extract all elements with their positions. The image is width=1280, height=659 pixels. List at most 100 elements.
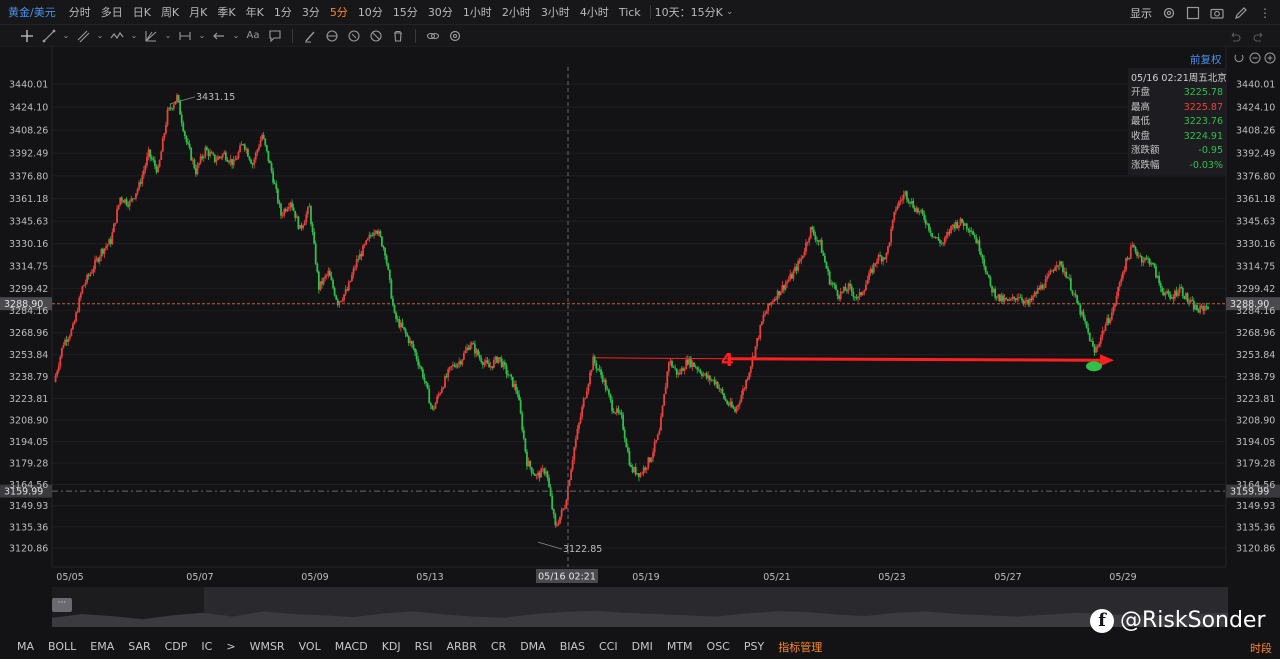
redo-icon[interactable] (1250, 28, 1268, 46)
period-tab[interactable]: 周K (156, 4, 184, 20)
measure-tool-icon[interactable] (176, 27, 194, 45)
candle-body (469, 344, 472, 350)
candle-body (338, 301, 341, 305)
chevron-down-icon[interactable]: ⌄ (232, 27, 240, 45)
more-vertical-icon[interactable]: ⋮ (1258, 6, 1272, 20)
y-tick-label: 3223.81 (1236, 394, 1275, 405)
chevron-down-icon[interactable]: ⌄ (62, 27, 70, 45)
candle-body (265, 145, 268, 151)
period-tab[interactable]: 1小时 (458, 4, 497, 20)
layout-checkbox-icon[interactable] (1186, 6, 1200, 20)
max-leader-line (169, 96, 196, 105)
candle-body (672, 366, 675, 368)
text-tool-icon[interactable]: Aa (244, 27, 262, 45)
chevron-down-icon[interactable]: ⌄ (164, 27, 172, 45)
period-tab[interactable]: 4小时 (575, 4, 614, 20)
zoom-out-icon[interactable] (1249, 52, 1261, 64)
hide-drawing-icon[interactable] (367, 27, 385, 45)
chevron-down-icon[interactable]: ⌄ (130, 27, 138, 45)
y-axis-right: 3440.01 3424.10 3408.26 3392.49 3376.80 3361.… (1236, 80, 1275, 555)
brush-icon[interactable] (301, 27, 319, 45)
extreme-labels: 3431.15 3122.85 (169, 92, 602, 555)
trash-icon[interactable] (389, 27, 407, 45)
time-segment-button[interactable]: 时段 (1250, 640, 1272, 656)
indicator-tab[interactable]: MTM (660, 640, 700, 653)
indicator-tab[interactable]: EMA (83, 640, 121, 653)
indicator-tab[interactable]: DMA (513, 640, 553, 653)
indicator-tab[interactable]: PSY (737, 640, 771, 653)
indicator-tab[interactable]: BIAS (553, 640, 592, 653)
zoom-in-icon[interactable] (1264, 52, 1276, 64)
period-tab[interactable]: 3分 (297, 4, 325, 20)
candle-body (827, 268, 829, 272)
settings-gear-icon[interactable] (1162, 6, 1176, 20)
indicator-tab[interactable]: ARBR (440, 640, 484, 653)
period-tab[interactable]: 10分 (353, 4, 388, 20)
indicator-tab[interactable]: WMSR (243, 640, 292, 653)
period-tab[interactable]: 15分 (388, 4, 423, 20)
candle-body (273, 182, 276, 185)
indicator-tab[interactable]: IC (194, 640, 219, 653)
link-icon[interactable] (424, 27, 442, 45)
magnet-icon[interactable] (323, 27, 341, 45)
indicator-tab[interactable]: CR (484, 640, 513, 653)
indicator-tab[interactable]: BOLL (41, 640, 83, 653)
channel-tool-icon[interactable] (74, 27, 92, 45)
period-tab[interactable]: 季K (212, 4, 240, 20)
indicator-tab[interactable]: MA (10, 640, 41, 653)
indicator-tab[interactable]: RSI (408, 640, 440, 653)
arrow-tool-icon[interactable] (210, 27, 228, 45)
lock-drawing-icon[interactable] (345, 27, 363, 45)
period-tab[interactable]: Tick (614, 6, 646, 19)
chevron-down-icon[interactable]: ⌄ (198, 27, 206, 45)
time-navigator[interactable] (52, 587, 1228, 627)
navigator-handle[interactable]: ··· (52, 598, 72, 612)
move-crosshair-icon[interactable] (18, 27, 36, 45)
period-tab[interactable]: 分时 (64, 4, 96, 20)
candle-body (297, 216, 300, 229)
price-chart[interactable]: 3288.90 3288.903159.99 3159.99 4 05/16 02:… (0, 47, 1280, 587)
period-tab[interactable]: 月K (184, 4, 212, 20)
adjustment-label[interactable]: 前复权 (1190, 52, 1222, 67)
symbol-title[interactable]: 黄金/美元 (0, 4, 64, 20)
wave-tool-icon[interactable] (108, 27, 126, 45)
range-selector[interactable]: 10天：15分K (655, 4, 723, 20)
display-menu-button[interactable]: 显示 (1130, 5, 1152, 21)
indicator-tab[interactable]: CDP (158, 640, 195, 653)
indicator-tab[interactable]: DMI (625, 640, 660, 653)
candle-body (336, 299, 339, 305)
indicator-tab[interactable]: CCI (592, 640, 625, 653)
indicator-tab[interactable]: KDJ (375, 640, 408, 653)
chevron-down-icon[interactable]: ⌄ (726, 7, 734, 17)
indicator-tab[interactable]: MACD (328, 640, 375, 653)
chevron-down-icon[interactable]: ⌄ (96, 27, 104, 45)
candle-body (500, 358, 503, 368)
pen-icon[interactable] (1234, 6, 1248, 20)
candle-body (510, 374, 513, 377)
fibonacci-tool-icon[interactable] (142, 27, 160, 45)
candle-body (1025, 299, 1028, 302)
comment-icon[interactable] (266, 27, 284, 45)
trend-line-icon[interactable] (40, 27, 58, 45)
reset-icon[interactable] (1233, 52, 1245, 64)
indicator-tab[interactable]: VOL (292, 640, 328, 653)
camera-icon[interactable] (1210, 6, 1224, 20)
candle-body (538, 472, 541, 478)
candle-body (453, 364, 456, 367)
period-tab[interactable]: 年K (241, 4, 269, 20)
period-tab[interactable]: 30分 (423, 4, 458, 20)
indicator-manage-button[interactable]: 指标管理 (771, 639, 829, 655)
period-tab[interactable]: 3小时 (536, 4, 575, 20)
y-tick-label: 3345.63 (1236, 217, 1275, 228)
drawing-settings-gear-icon[interactable] (446, 27, 464, 45)
period-tab[interactable]: 5分 (325, 4, 353, 20)
period-tab[interactable]: 1分 (269, 4, 297, 20)
period-tab[interactable]: 日K (128, 4, 156, 20)
period-tab[interactable]: 2小时 (497, 4, 536, 20)
undo-icon[interactable] (1226, 28, 1244, 46)
period-tab[interactable]: 多日 (96, 4, 128, 20)
candle-body (707, 375, 710, 379)
indicator-tab[interactable]: > (219, 640, 242, 653)
indicator-tab[interactable]: SAR (121, 640, 157, 653)
indicator-tab[interactable]: OSC (700, 640, 737, 653)
